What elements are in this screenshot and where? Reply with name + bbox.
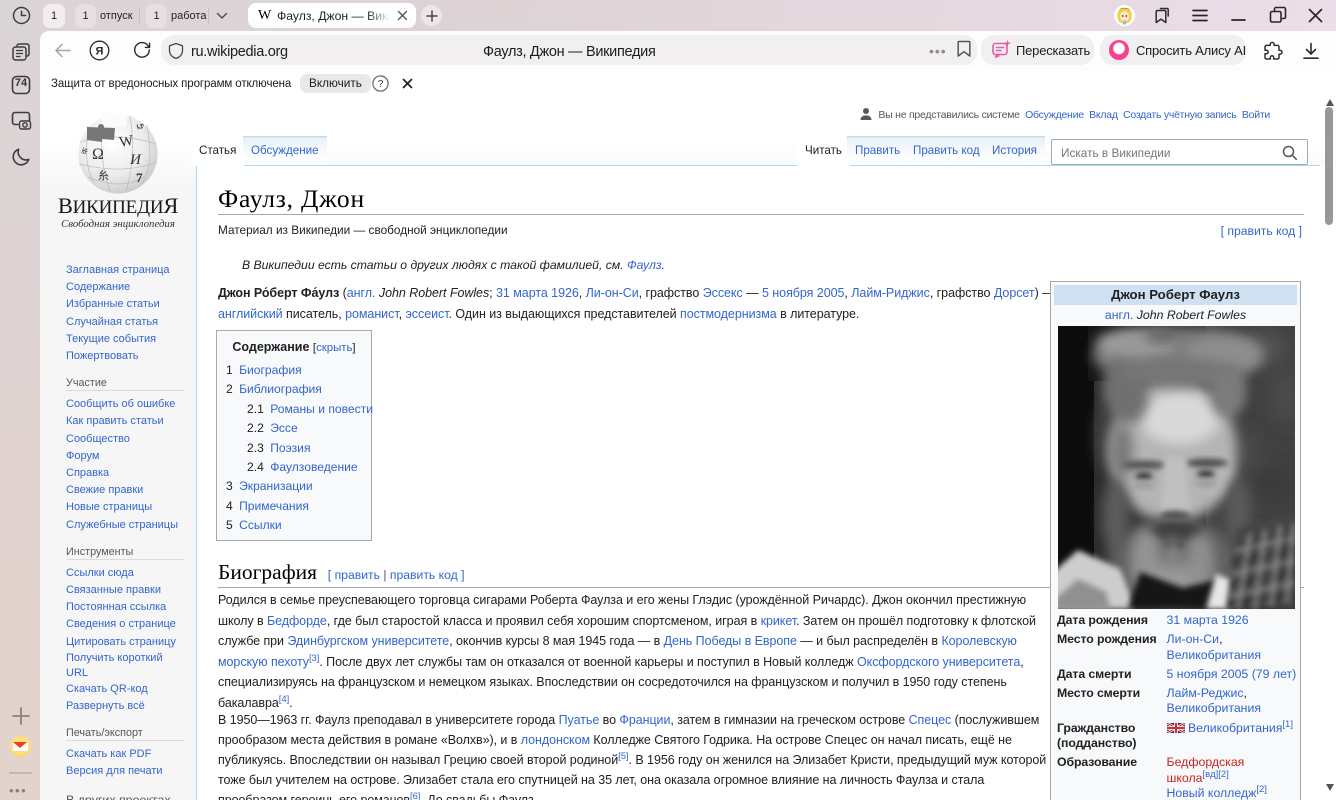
svg-text:糸: 糸 bbox=[98, 169, 109, 182]
svg-text:?: ? bbox=[378, 79, 384, 90]
svg-text:Я: Я bbox=[96, 46, 104, 58]
svg-text:7: 7 bbox=[136, 170, 143, 185]
svg-text:Ω: Ω bbox=[92, 146, 104, 163]
svg-text:И: И bbox=[129, 152, 142, 168]
